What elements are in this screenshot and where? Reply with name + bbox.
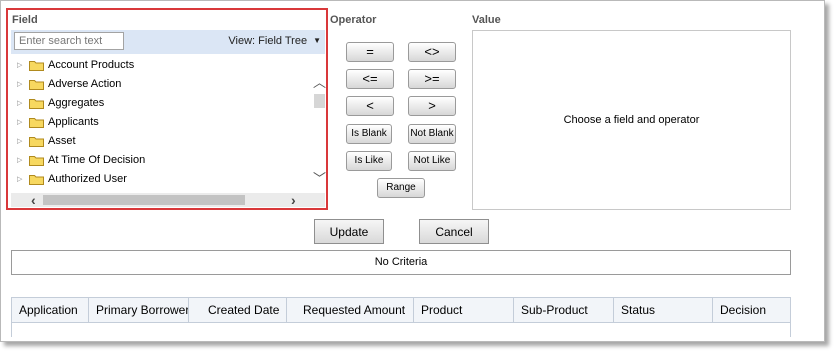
- column-header-application[interactable]: Application: [12, 298, 89, 322]
- tree-item-label: At Time Of Decision: [48, 154, 146, 166]
- folder-icon: [29, 175, 44, 185]
- chevron-up-icon[interactable]: ︿: [313, 72, 326, 91]
- less-equal-button[interactable]: <=: [346, 69, 394, 89]
- results-table: Application Primary Borrower Created Dat…: [11, 297, 791, 337]
- tree-horizontal-scrollbar[interactable]: ‹ ›: [11, 192, 325, 208]
- column-header-primary-borrower[interactable]: Primary Borrower: [89, 298, 189, 322]
- chevron-left-icon[interactable]: ‹: [31, 192, 36, 208]
- tree-item-label: Authorized User: [48, 173, 127, 185]
- not-blank-button[interactable]: Not Blank: [408, 124, 456, 144]
- column-header-requested-amount[interactable]: Requested Amount: [287, 298, 414, 322]
- greater-than-button[interactable]: >: [408, 96, 456, 116]
- tree-item-label: Asset: [48, 135, 76, 147]
- folder-icon: [29, 61, 44, 71]
- value-box: Choose a field and operator: [472, 30, 791, 210]
- folder-icon: [29, 156, 44, 166]
- chevron-right-icon[interactable]: ›: [291, 192, 296, 208]
- expand-arrow-icon[interactable]: ▷: [17, 170, 25, 189]
- column-header-product[interactable]: Product: [414, 298, 514, 322]
- tree-item-label: Account Products: [48, 59, 135, 71]
- value-placeholder-message: Choose a field and operator: [563, 114, 700, 126]
- tree-item-aggregates[interactable]: ▷ Aggregates: [11, 94, 311, 113]
- is-like-button[interactable]: Is Like: [346, 151, 392, 171]
- column-header-decision[interactable]: Decision: [713, 298, 790, 322]
- expand-arrow-icon[interactable]: ▷: [17, 132, 25, 151]
- caret-down-icon: ▼: [313, 36, 321, 45]
- not-equals-button[interactable]: <>: [408, 42, 456, 62]
- tree-item-adverse-action[interactable]: ▷ Adverse Action: [11, 75, 311, 94]
- view-select-dropdown[interactable]: View: Field Tree ▼: [228, 35, 321, 47]
- expand-arrow-icon[interactable]: ▷: [17, 151, 25, 170]
- field-search-input[interactable]: [14, 32, 124, 50]
- criteria-text: No Criteria: [374, 256, 428, 268]
- field-panel: Field View: Field Tree ▼ ▷ Account Produc…: [6, 8, 328, 210]
- not-like-button[interactable]: Not Like: [408, 151, 456, 171]
- field-tree: ▷ Account Products ▷ Adverse Action ▷ Ag…: [11, 56, 311, 193]
- tree-item-authorized-user[interactable]: ▷ Authorized User: [11, 170, 311, 189]
- folder-icon: [29, 137, 44, 147]
- tree-item-label: Applicants: [48, 116, 99, 128]
- greater-equal-button[interactable]: >=: [408, 69, 456, 89]
- results-table-header: Application Primary Borrower Created Dat…: [12, 298, 790, 323]
- update-button[interactable]: Update: [314, 219, 384, 244]
- cancel-button[interactable]: Cancel: [419, 219, 489, 244]
- folder-icon: [29, 80, 44, 90]
- expand-arrow-icon[interactable]: ▷: [17, 94, 25, 113]
- folder-icon: [29, 99, 44, 109]
- column-header-sub-product[interactable]: Sub-Product: [514, 298, 614, 322]
- tree-item-applicants[interactable]: ▷ Applicants: [11, 113, 311, 132]
- horizontal-scroll-thumb[interactable]: [43, 195, 245, 205]
- tree-item-label: Aggregates: [48, 97, 105, 109]
- field-panel-title: Field: [12, 14, 38, 26]
- criteria-display: No Criteria: [11, 250, 791, 275]
- tree-item-account-products[interactable]: ▷ Account Products: [11, 56, 311, 75]
- tree-item-label: Adverse Action: [48, 78, 122, 90]
- view-select-label: View: Field Tree: [228, 35, 308, 47]
- criteria-builder-window: Field View: Field Tree ▼ ▷ Account Produc…: [0, 0, 825, 342]
- expand-arrow-icon[interactable]: ▷: [17, 56, 25, 75]
- tree-item-at-time-of-decision[interactable]: ▷ At Time Of Decision: [11, 151, 311, 170]
- value-panel-title: Value: [472, 14, 501, 26]
- tree-vertical-scrollbar[interactable]: ︿ ﹀: [313, 72, 326, 192]
- tree-item-asset[interactable]: ▷ Asset: [11, 132, 311, 151]
- is-blank-button[interactable]: Is Blank: [346, 124, 392, 144]
- equals-button[interactable]: =: [346, 42, 394, 62]
- chevron-down-icon[interactable]: ﹀: [313, 168, 326, 187]
- vertical-scroll-thumb[interactable]: [314, 94, 325, 108]
- column-header-status[interactable]: Status: [614, 298, 713, 322]
- operator-panel-title: Operator: [330, 14, 377, 26]
- column-header-created-date[interactable]: Created Date: [189, 298, 287, 322]
- folder-icon: [29, 118, 44, 128]
- field-tree-toolbar: View: Field Tree ▼: [11, 30, 325, 54]
- expand-arrow-icon[interactable]: ▷: [17, 75, 25, 94]
- less-than-button[interactable]: <: [346, 96, 394, 116]
- range-button[interactable]: Range: [377, 178, 425, 198]
- expand-arrow-icon[interactable]: ▷: [17, 113, 25, 132]
